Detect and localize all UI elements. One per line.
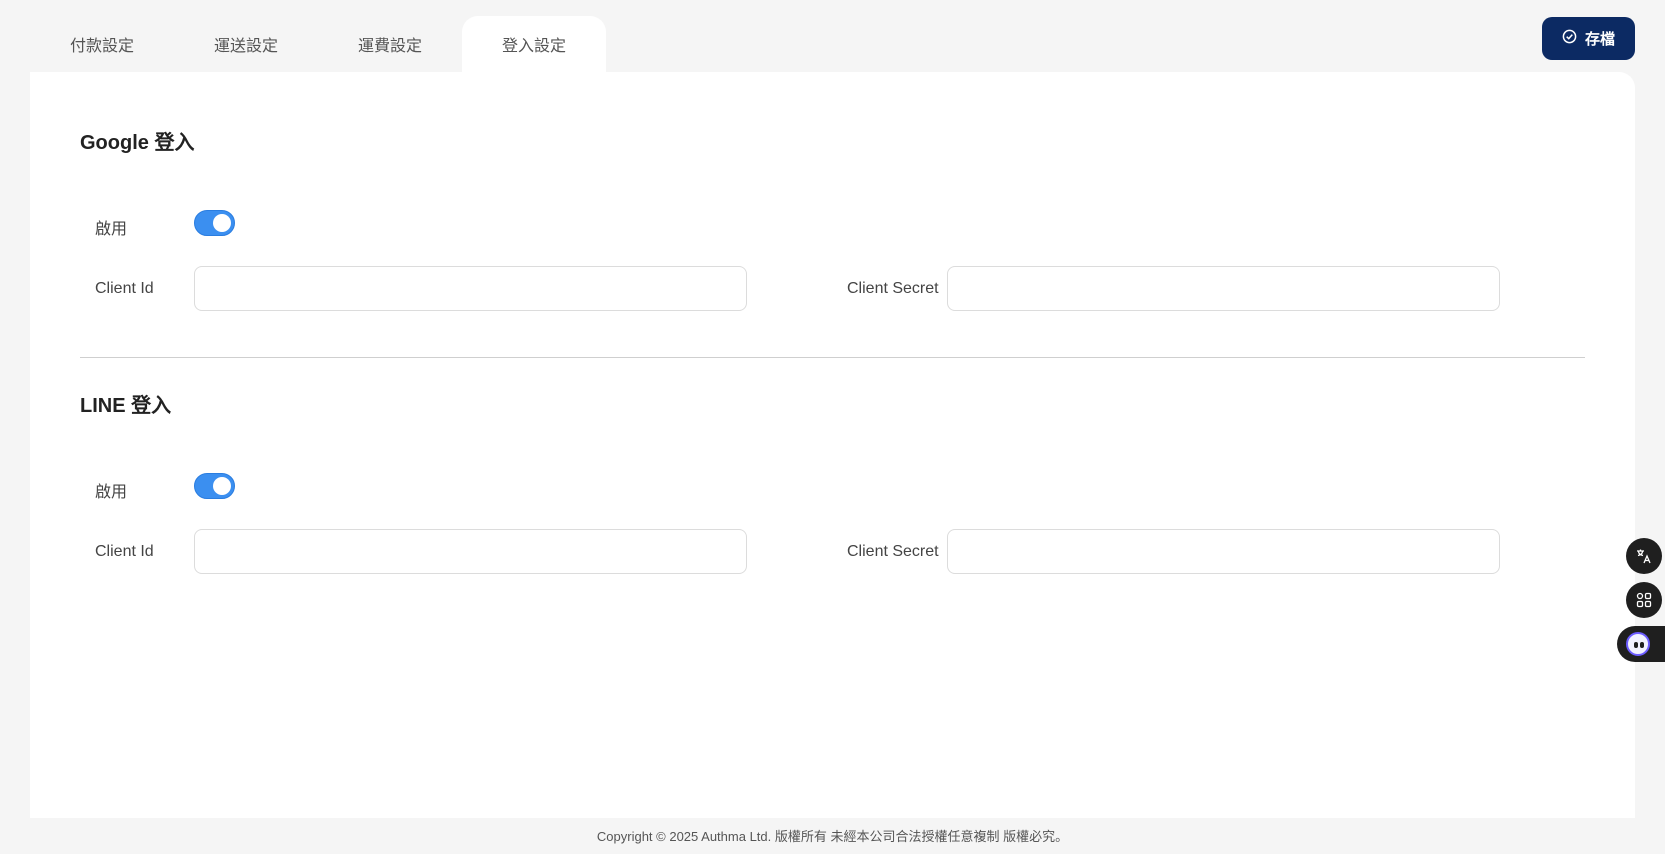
line-client-id-label: Client Id — [95, 543, 154, 560]
google-login-title: Google 登入 — [80, 132, 195, 154]
line-client-secret-input[interactable] — [947, 529, 1500, 574]
check-circle-icon — [1562, 29, 1577, 48]
tab-payment-settings[interactable]: 付款設定 — [30, 16, 174, 72]
google-enable-toggle[interactable] — [194, 210, 235, 236]
toggle-knob — [213, 477, 231, 495]
tab-shipping-fee-settings[interactable]: 運費設定 — [318, 16, 462, 72]
translate-icon[interactable] — [1626, 538, 1662, 574]
google-client-secret-label: Client Secret — [847, 280, 939, 297]
settings-tabs: 付款設定 運送設定 運費設定 登入設定 — [30, 16, 606, 72]
line-enable-toggle[interactable] — [194, 473, 235, 499]
google-client-id-label: Client Id — [95, 280, 154, 297]
save-button[interactable]: 存檔 — [1542, 17, 1635, 60]
section-divider — [80, 357, 1585, 358]
google-client-secret-input[interactable] — [947, 266, 1500, 311]
save-button-label: 存檔 — [1584, 31, 1615, 48]
assistant-icon — [1626, 632, 1650, 656]
google-client-id-input[interactable] — [194, 266, 747, 311]
tab-login-settings[interactable]: 登入設定 — [462, 16, 606, 72]
apps-grid-icon[interactable] — [1626, 582, 1662, 618]
login-settings-card — [30, 72, 1635, 818]
line-client-id-input[interactable] — [194, 529, 747, 574]
line-login-title: LINE 登入 — [80, 395, 172, 417]
line-client-secret-label: Client Secret — [847, 543, 939, 560]
toggle-knob — [213, 214, 231, 232]
line-enable-label: 啟用 — [95, 484, 128, 501]
tab-shipping-settings[interactable]: 運送設定 — [174, 16, 318, 72]
page: 付款設定 運送設定 運費設定 登入設定 存檔 Google 登入 啟用 Clie… — [0, 0, 1665, 854]
assistant-button[interactable] — [1617, 626, 1665, 662]
footer-copyright: Copyright © 2025 Authma Ltd. 版權所有 未經本公司合… — [596, 829, 1069, 844]
google-enable-label: 啟用 — [95, 221, 128, 238]
